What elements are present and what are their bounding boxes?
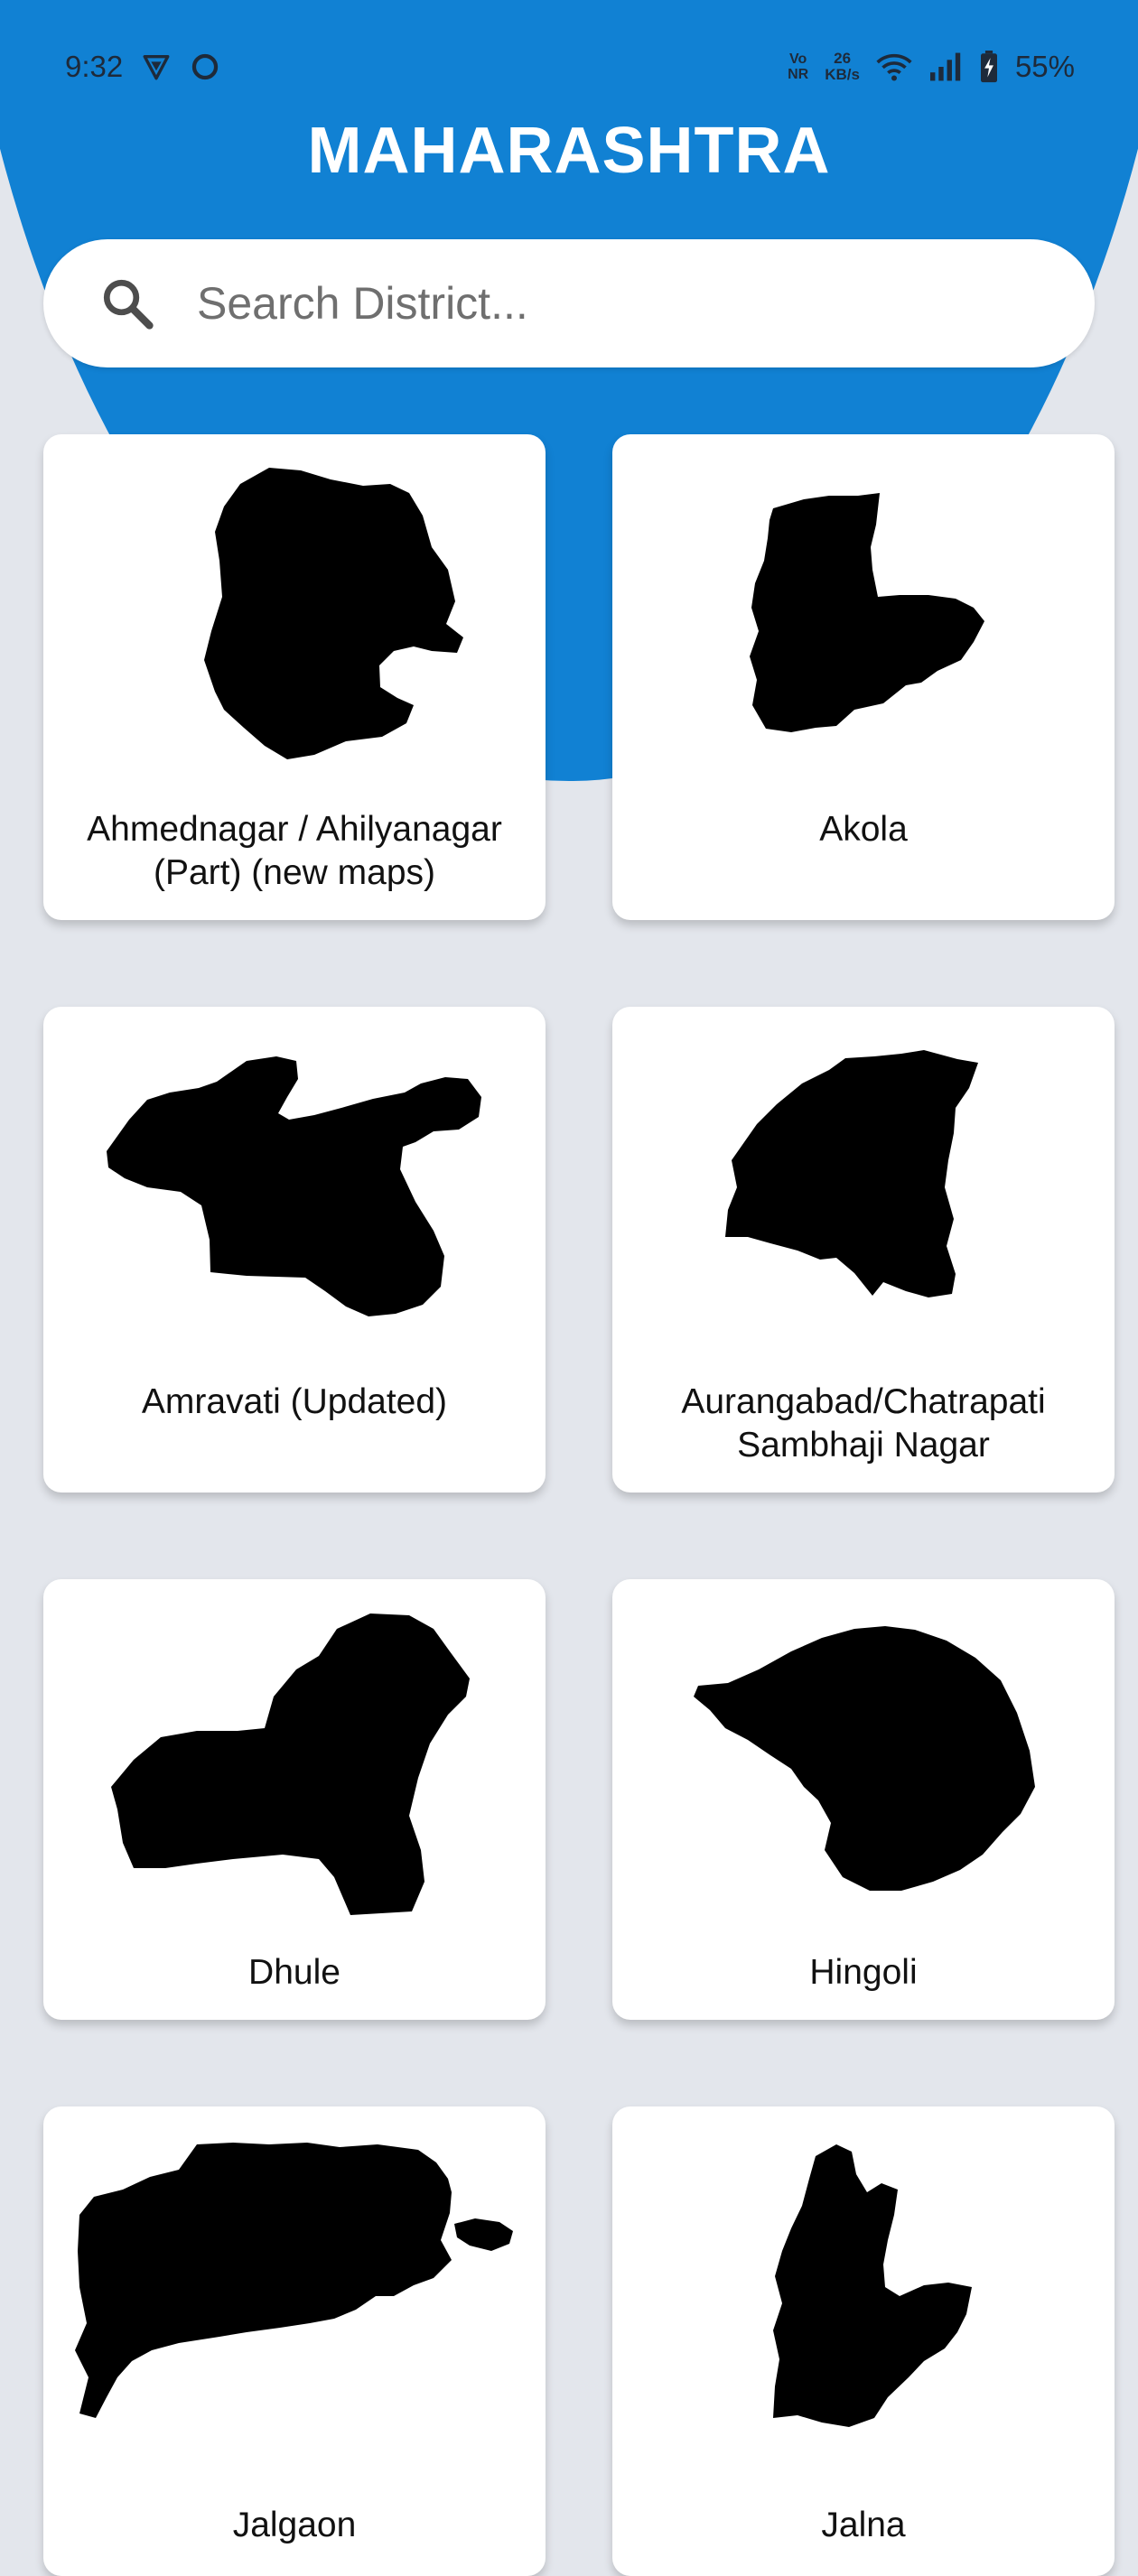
- search-input[interactable]: [195, 266, 1066, 340]
- akola-map-icon: [750, 493, 984, 732]
- search-icon: [103, 279, 154, 330]
- jalna-map-icon: [773, 2144, 972, 2427]
- vpn-shield-icon: [143, 54, 170, 80]
- clock: 9:32: [65, 50, 124, 83]
- district-name: Ahmednagar / Ahilyanagar (Part) (new map…: [87, 810, 502, 892]
- dhule-map-icon: [111, 1613, 470, 1915]
- district-name: Dhule: [248, 1953, 340, 1992]
- district-name: Jalgaon: [232, 2506, 357, 2544]
- district-name: Amravati (Updated): [141, 1382, 448, 1421]
- status-left: 9:32: [65, 50, 220, 84]
- network-speed: 26 KB/s: [825, 51, 860, 83]
- district-name: Aurangabad/Chatrapati Sambhaji Nagar: [681, 1382, 1046, 1465]
- district-card-jalna[interactable]: Jalna: [612, 2106, 1115, 2576]
- cell-signal-icon: [929, 52, 961, 81]
- district-name: Jalna: [821, 2506, 906, 2544]
- district-card-hingoli[interactable]: Hingoli: [612, 1579, 1115, 2020]
- volte-top: Vo: [789, 51, 807, 67]
- amravati-map-icon: [107, 1056, 481, 1316]
- district-card-ahmednagar[interactable]: Ahmednagar / Ahilyanagar (Part) (new map…: [43, 434, 546, 920]
- district-name: Hingoli: [809, 1953, 918, 1992]
- district-card-amravati[interactable]: Amravati (Updated): [43, 1007, 546, 1493]
- network-speed-value: 26: [834, 50, 852, 67]
- network-speed-unit: KB/s: [825, 66, 860, 83]
- district-card-akola[interactable]: Akola: [612, 434, 1115, 920]
- volte-indicator: Vo NR: [788, 51, 808, 82]
- battery-charging-icon: [980, 51, 997, 83]
- jalgaon-map-icon: [75, 2143, 513, 2418]
- ahmednagar-map-icon: [204, 468, 463, 759]
- district-card-aurangabad[interactable]: Aurangabad/Chatrapati Sambhaji Nagar: [612, 1007, 1115, 1493]
- search-bar[interactable]: [43, 239, 1095, 367]
- district-card-jalgaon[interactable]: Jalgaon: [43, 2106, 546, 2576]
- district-name: Akola: [819, 810, 908, 849]
- page-title: MAHARASHTRA: [307, 115, 831, 187]
- district-card-dhule[interactable]: Dhule: [43, 1579, 546, 2020]
- volte-bottom: NR: [788, 67, 809, 82]
- circle-icon: [192, 53, 219, 80]
- aurangabad-map-icon: [725, 1050, 978, 1297]
- battery-percent: 55%: [1014, 50, 1075, 83]
- hingoli-map-icon: [694, 1626, 1035, 1891]
- status-right: Vo NR 26 KB/s 55%: [788, 50, 1075, 84]
- wifi-icon: [876, 53, 912, 81]
